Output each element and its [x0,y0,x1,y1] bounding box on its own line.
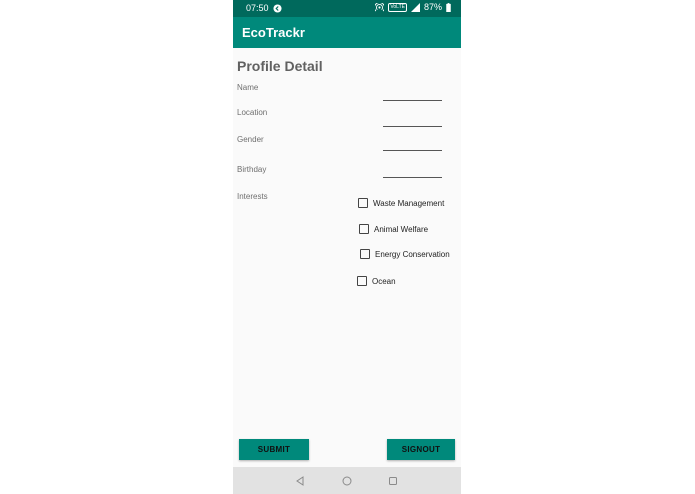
checkbox[interactable] [357,276,367,286]
home-icon[interactable] [341,475,353,487]
page-title: Profile Detail [237,58,323,74]
status-bar: 07:50 VoLTE 87% [233,0,461,17]
name-field[interactable] [383,100,442,101]
checkbox-label: Energy Conservation [375,249,450,259]
checkbox-label: Animal Welfare [374,224,429,234]
submit-button[interactable]: SUBMIT [239,439,309,460]
name-label: Name [237,83,259,92]
app-title: EcoTrackr [242,25,305,40]
checkbox[interactable] [358,198,368,208]
checkbox-label: Waste Management [373,198,445,208]
hotspot-icon [375,2,385,11]
gender-label: Gender [237,135,264,144]
signal-icon [410,2,420,12]
birthday-label: Birthday [237,165,267,174]
app-bar: EcoTrackr [233,17,461,48]
battery-icon [446,2,451,12]
battery-percent: 87% [423,2,442,12]
gender-field[interactable] [383,150,442,151]
interest-animal-welfare[interactable]: Animal Welfare [359,224,428,234]
notification-icon [273,4,282,13]
checkbox[interactable] [359,224,369,234]
status-time: 07:50 [246,3,269,13]
interest-energy-conservation[interactable]: Energy Conservation [360,249,450,259]
signout-button[interactable]: SIGNOUT [387,439,455,460]
interest-waste-management[interactable]: Waste Management [358,198,444,208]
interests-label: Interests [237,192,268,201]
phone-screen: 07:50 VoLTE 87% EcoTrackr Profile Detail… [233,0,461,494]
recents-icon[interactable] [387,475,399,487]
interest-ocean[interactable]: Ocean [357,276,396,286]
navigation-bar [233,467,461,494]
checkbox[interactable] [360,249,370,259]
location-label: Location [237,108,268,117]
back-icon[interactable] [294,475,306,487]
checkbox-label: Ocean [372,276,396,286]
location-field[interactable] [383,126,442,127]
birthday-field[interactable] [383,177,442,178]
status-icons: VoLTE 87% [375,2,451,12]
volte-badge: VoLTE [388,2,407,12]
